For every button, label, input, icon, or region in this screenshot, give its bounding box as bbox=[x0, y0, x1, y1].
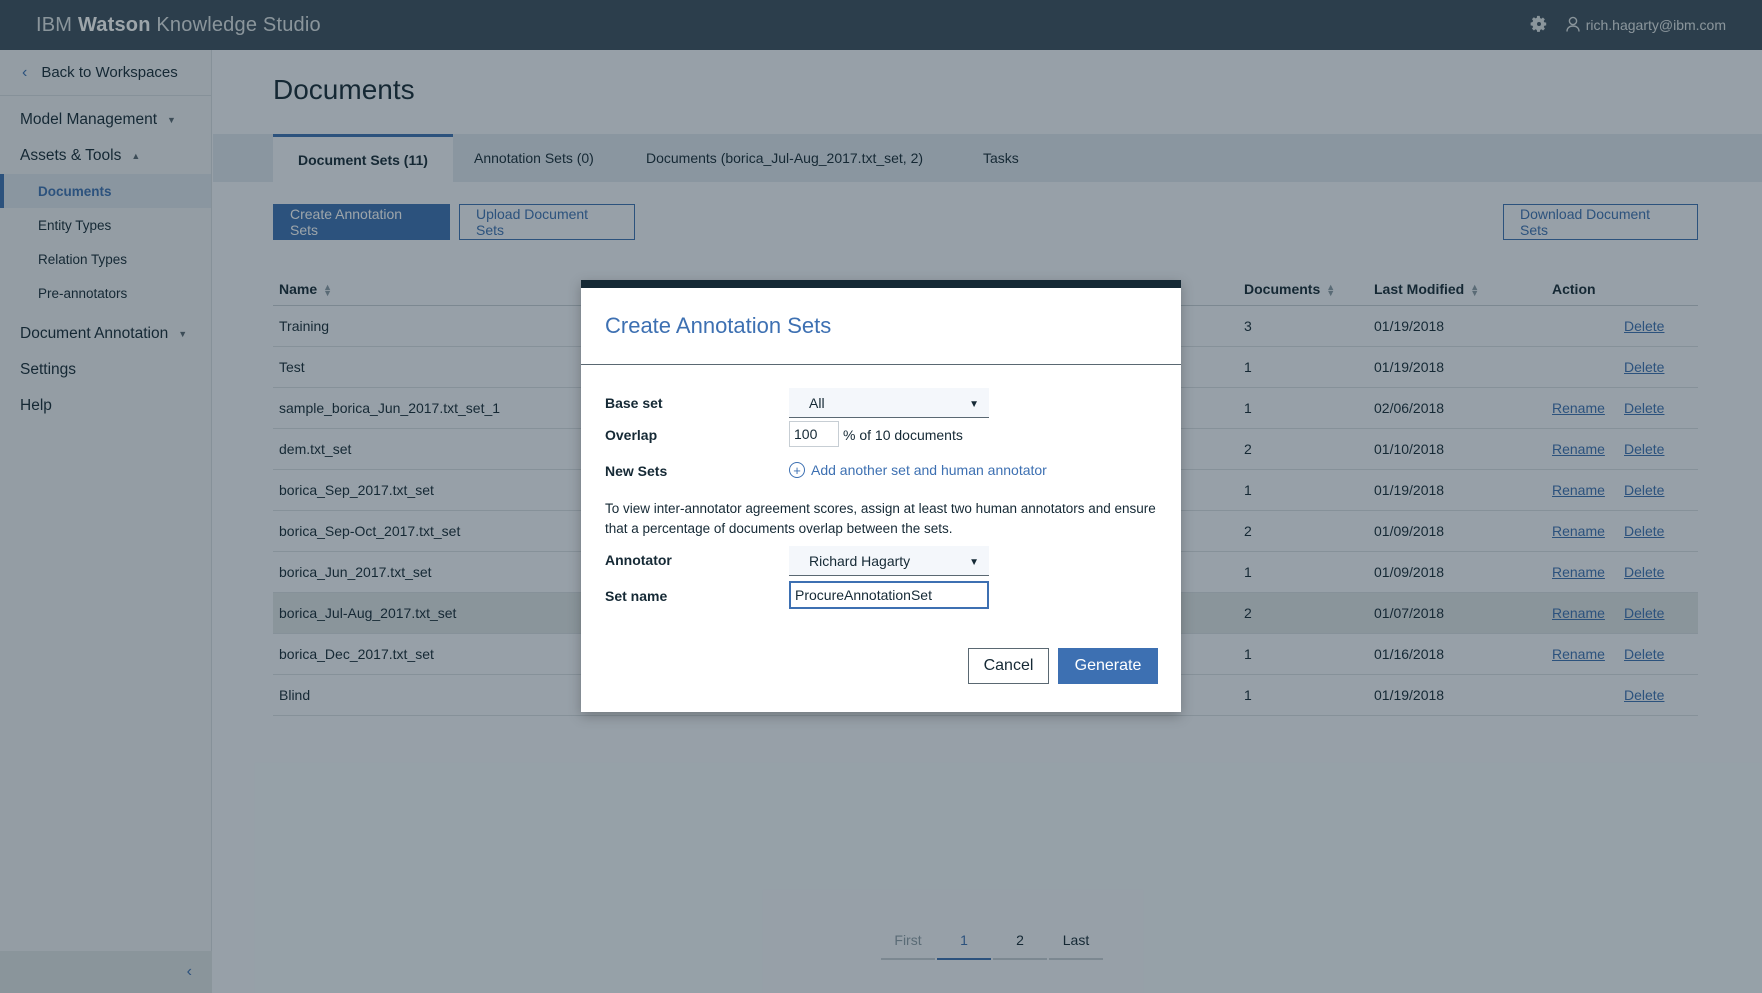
base-set-select[interactable]: All ▼ bbox=[789, 388, 989, 418]
cancel-button[interactable]: Cancel bbox=[968, 648, 1049, 684]
annotator-select[interactable]: Richard Hagarty ▼ bbox=[789, 546, 989, 576]
dropdown-arrow-icon: ▼ bbox=[969, 557, 979, 568]
overlap-suffix: % of 10 documents bbox=[843, 427, 963, 443]
dialog-title: Create Annotation Sets bbox=[581, 288, 1181, 365]
annotator-value: Richard Hagarty bbox=[809, 552, 911, 569]
add-set-annotator-link[interactable]: + Add another set and human annotator bbox=[789, 462, 1047, 478]
set-name-input[interactable]: ProcureAnnotationSet bbox=[789, 581, 989, 609]
generate-button[interactable]: Generate bbox=[1058, 648, 1158, 684]
overlap-input[interactable]: 100 bbox=[789, 421, 839, 447]
overlap-label: Overlap bbox=[605, 427, 658, 443]
annotator-label: Annotator bbox=[605, 552, 672, 568]
help-text: To view inter-annotator agreement scores… bbox=[605, 501, 1156, 536]
base-set-label: Base set bbox=[605, 395, 663, 411]
dropdown-arrow-icon: ▼ bbox=[969, 399, 979, 410]
base-set-value: All bbox=[809, 394, 825, 411]
add-link-label: Add another set and human annotator bbox=[811, 462, 1047, 478]
new-sets-label: New Sets bbox=[605, 463, 668, 479]
set-name-label: Set name bbox=[605, 588, 668, 604]
add-circle-icon: + bbox=[789, 462, 805, 478]
create-annotation-sets-dialog: Create Annotation Sets Base set All ▼ Ov… bbox=[581, 280, 1181, 712]
